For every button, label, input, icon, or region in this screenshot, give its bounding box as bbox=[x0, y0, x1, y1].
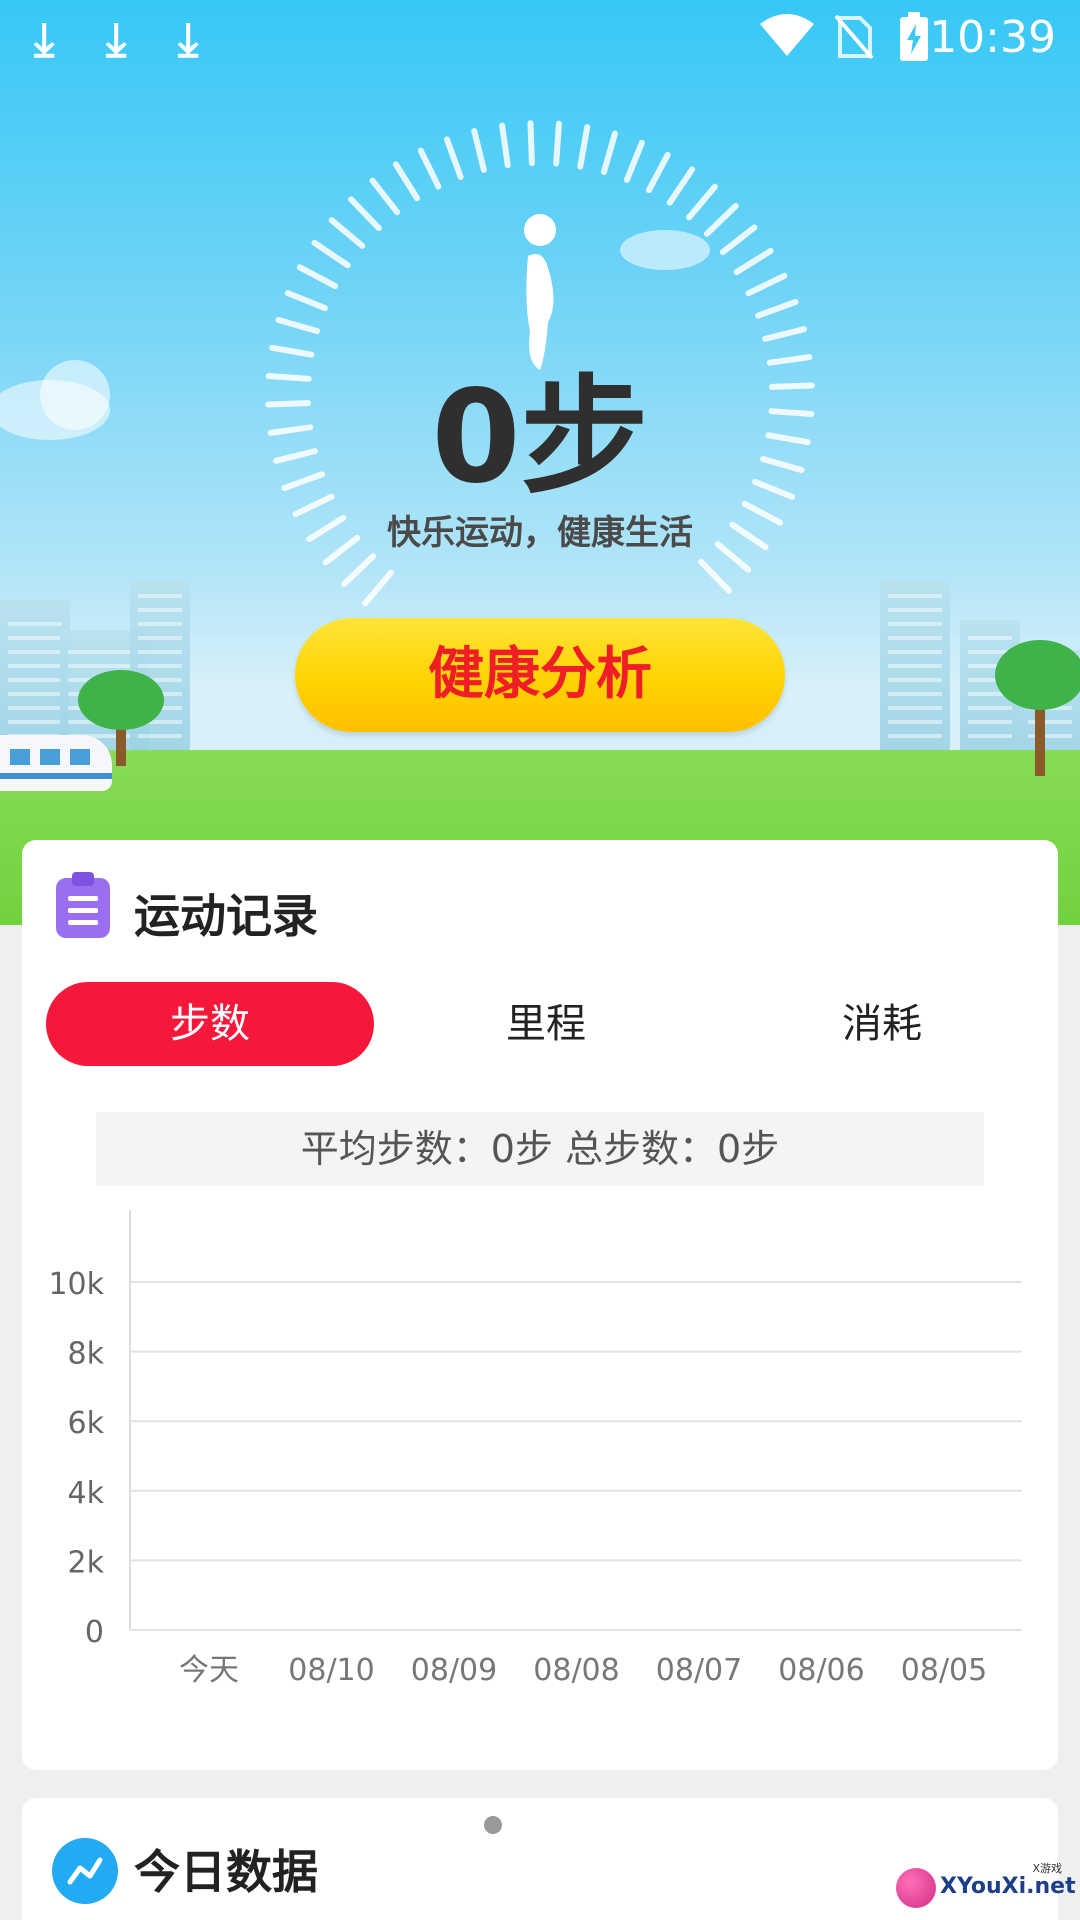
x-tick-label: 08/10 bbox=[288, 1653, 374, 1688]
watermark-site: XYouXi.net bbox=[940, 1874, 1076, 1899]
y-tick-label: 8k bbox=[68, 1337, 105, 1372]
dial-tick bbox=[645, 151, 671, 194]
dial-tick bbox=[719, 224, 758, 256]
record-tabs: 步数 里程 消耗 bbox=[46, 982, 1046, 1066]
clipboard-icon bbox=[56, 872, 110, 938]
y-tick-label: 4k bbox=[68, 1476, 105, 1511]
dial-tick bbox=[348, 196, 382, 232]
no-sim-icon bbox=[834, 14, 874, 60]
watermark-logo bbox=[896, 1868, 936, 1908]
dial-tick bbox=[623, 139, 645, 183]
dial-tick bbox=[269, 344, 315, 358]
dial-tick bbox=[733, 247, 774, 276]
dial-tick bbox=[417, 147, 442, 190]
dial-tick bbox=[443, 136, 464, 180]
health-analysis-button[interactable]: 健康分析 bbox=[295, 618, 785, 732]
tab-distance[interactable]: 里程 bbox=[382, 982, 710, 1066]
dial-tick bbox=[698, 558, 732, 594]
slogan: 快乐运动，健康生活 bbox=[387, 513, 693, 553]
exercise-record-card: 运动记录 步数 里程 消耗 平均步数：0步 总步数：0步 今天 08/10 08/0… bbox=[22, 840, 1058, 1770]
tab-calories[interactable]: 消耗 bbox=[718, 982, 1046, 1066]
card-title: 今日数据 bbox=[134, 1845, 318, 1899]
battery-charging-icon bbox=[900, 12, 928, 61]
watermark: X游戏 XYouXi.net bbox=[896, 1860, 1076, 1910]
page-indicator-dot bbox=[484, 1816, 502, 1834]
y-tick-label: 0 bbox=[85, 1615, 104, 1650]
dial-tick bbox=[275, 317, 320, 335]
dial-tick bbox=[745, 272, 788, 297]
dial-tick bbox=[762, 326, 807, 342]
dial-tick bbox=[755, 298, 799, 319]
download-icon: ⤓ bbox=[178, 12, 199, 66]
steps-summary: 平均步数：0步 总步数：0步 bbox=[96, 1112, 984, 1186]
x-tick-label: 08/07 bbox=[656, 1653, 742, 1688]
x-tick-label: 今天 bbox=[179, 1653, 239, 1688]
walking-person-icon bbox=[524, 214, 556, 370]
step-count: 0步 bbox=[431, 363, 649, 512]
clock: 10:39 bbox=[929, 12, 1056, 63]
dial-tick bbox=[296, 264, 339, 290]
y-tick-label: 2k bbox=[68, 1545, 105, 1580]
dial-tick bbox=[686, 183, 718, 221]
download-icon: ⤓ bbox=[106, 12, 127, 66]
x-tick-label: 08/06 bbox=[778, 1653, 864, 1688]
trend-icon bbox=[52, 1838, 118, 1904]
dial-tick bbox=[471, 128, 487, 173]
dial-tick bbox=[577, 124, 591, 170]
tab-steps[interactable]: 步数 bbox=[46, 982, 374, 1066]
card-title: 运动记录 bbox=[134, 889, 318, 943]
dial-tick bbox=[392, 161, 421, 202]
dial-tick bbox=[369, 177, 401, 216]
dial-tick bbox=[766, 354, 813, 366]
dial-tick bbox=[600, 130, 618, 175]
dial-tick bbox=[328, 217, 366, 249]
steps-chart: 今天 08/10 08/09 08/08 08/07 08/06 08/05 0 2k 4k 6k… bbox=[48, 1210, 1022, 1688]
x-tick-label: 08/08 bbox=[533, 1653, 619, 1688]
download-icon: ⤓ bbox=[34, 12, 55, 66]
dial-tick bbox=[341, 553, 377, 587]
dial-tick bbox=[499, 122, 511, 169]
dial-tick bbox=[362, 569, 394, 607]
y-tick-label: 6k bbox=[68, 1406, 105, 1441]
dial-tick bbox=[703, 203, 739, 237]
x-tick-label: 08/05 bbox=[901, 1653, 987, 1688]
dial-tick bbox=[311, 239, 351, 269]
train bbox=[0, 735, 112, 791]
dial-tick bbox=[527, 120, 535, 167]
dial-tick bbox=[666, 166, 696, 206]
y-tick-label: 10k bbox=[48, 1267, 104, 1302]
building bbox=[880, 580, 950, 750]
dial-tick bbox=[553, 120, 562, 167]
status-bar: ⤓ ⤓ ⤓ 10:39 bbox=[0, 0, 1080, 80]
wifi-icon bbox=[760, 14, 814, 56]
dial-tick bbox=[284, 290, 328, 312]
x-tick-label: 08/09 bbox=[411, 1653, 497, 1688]
